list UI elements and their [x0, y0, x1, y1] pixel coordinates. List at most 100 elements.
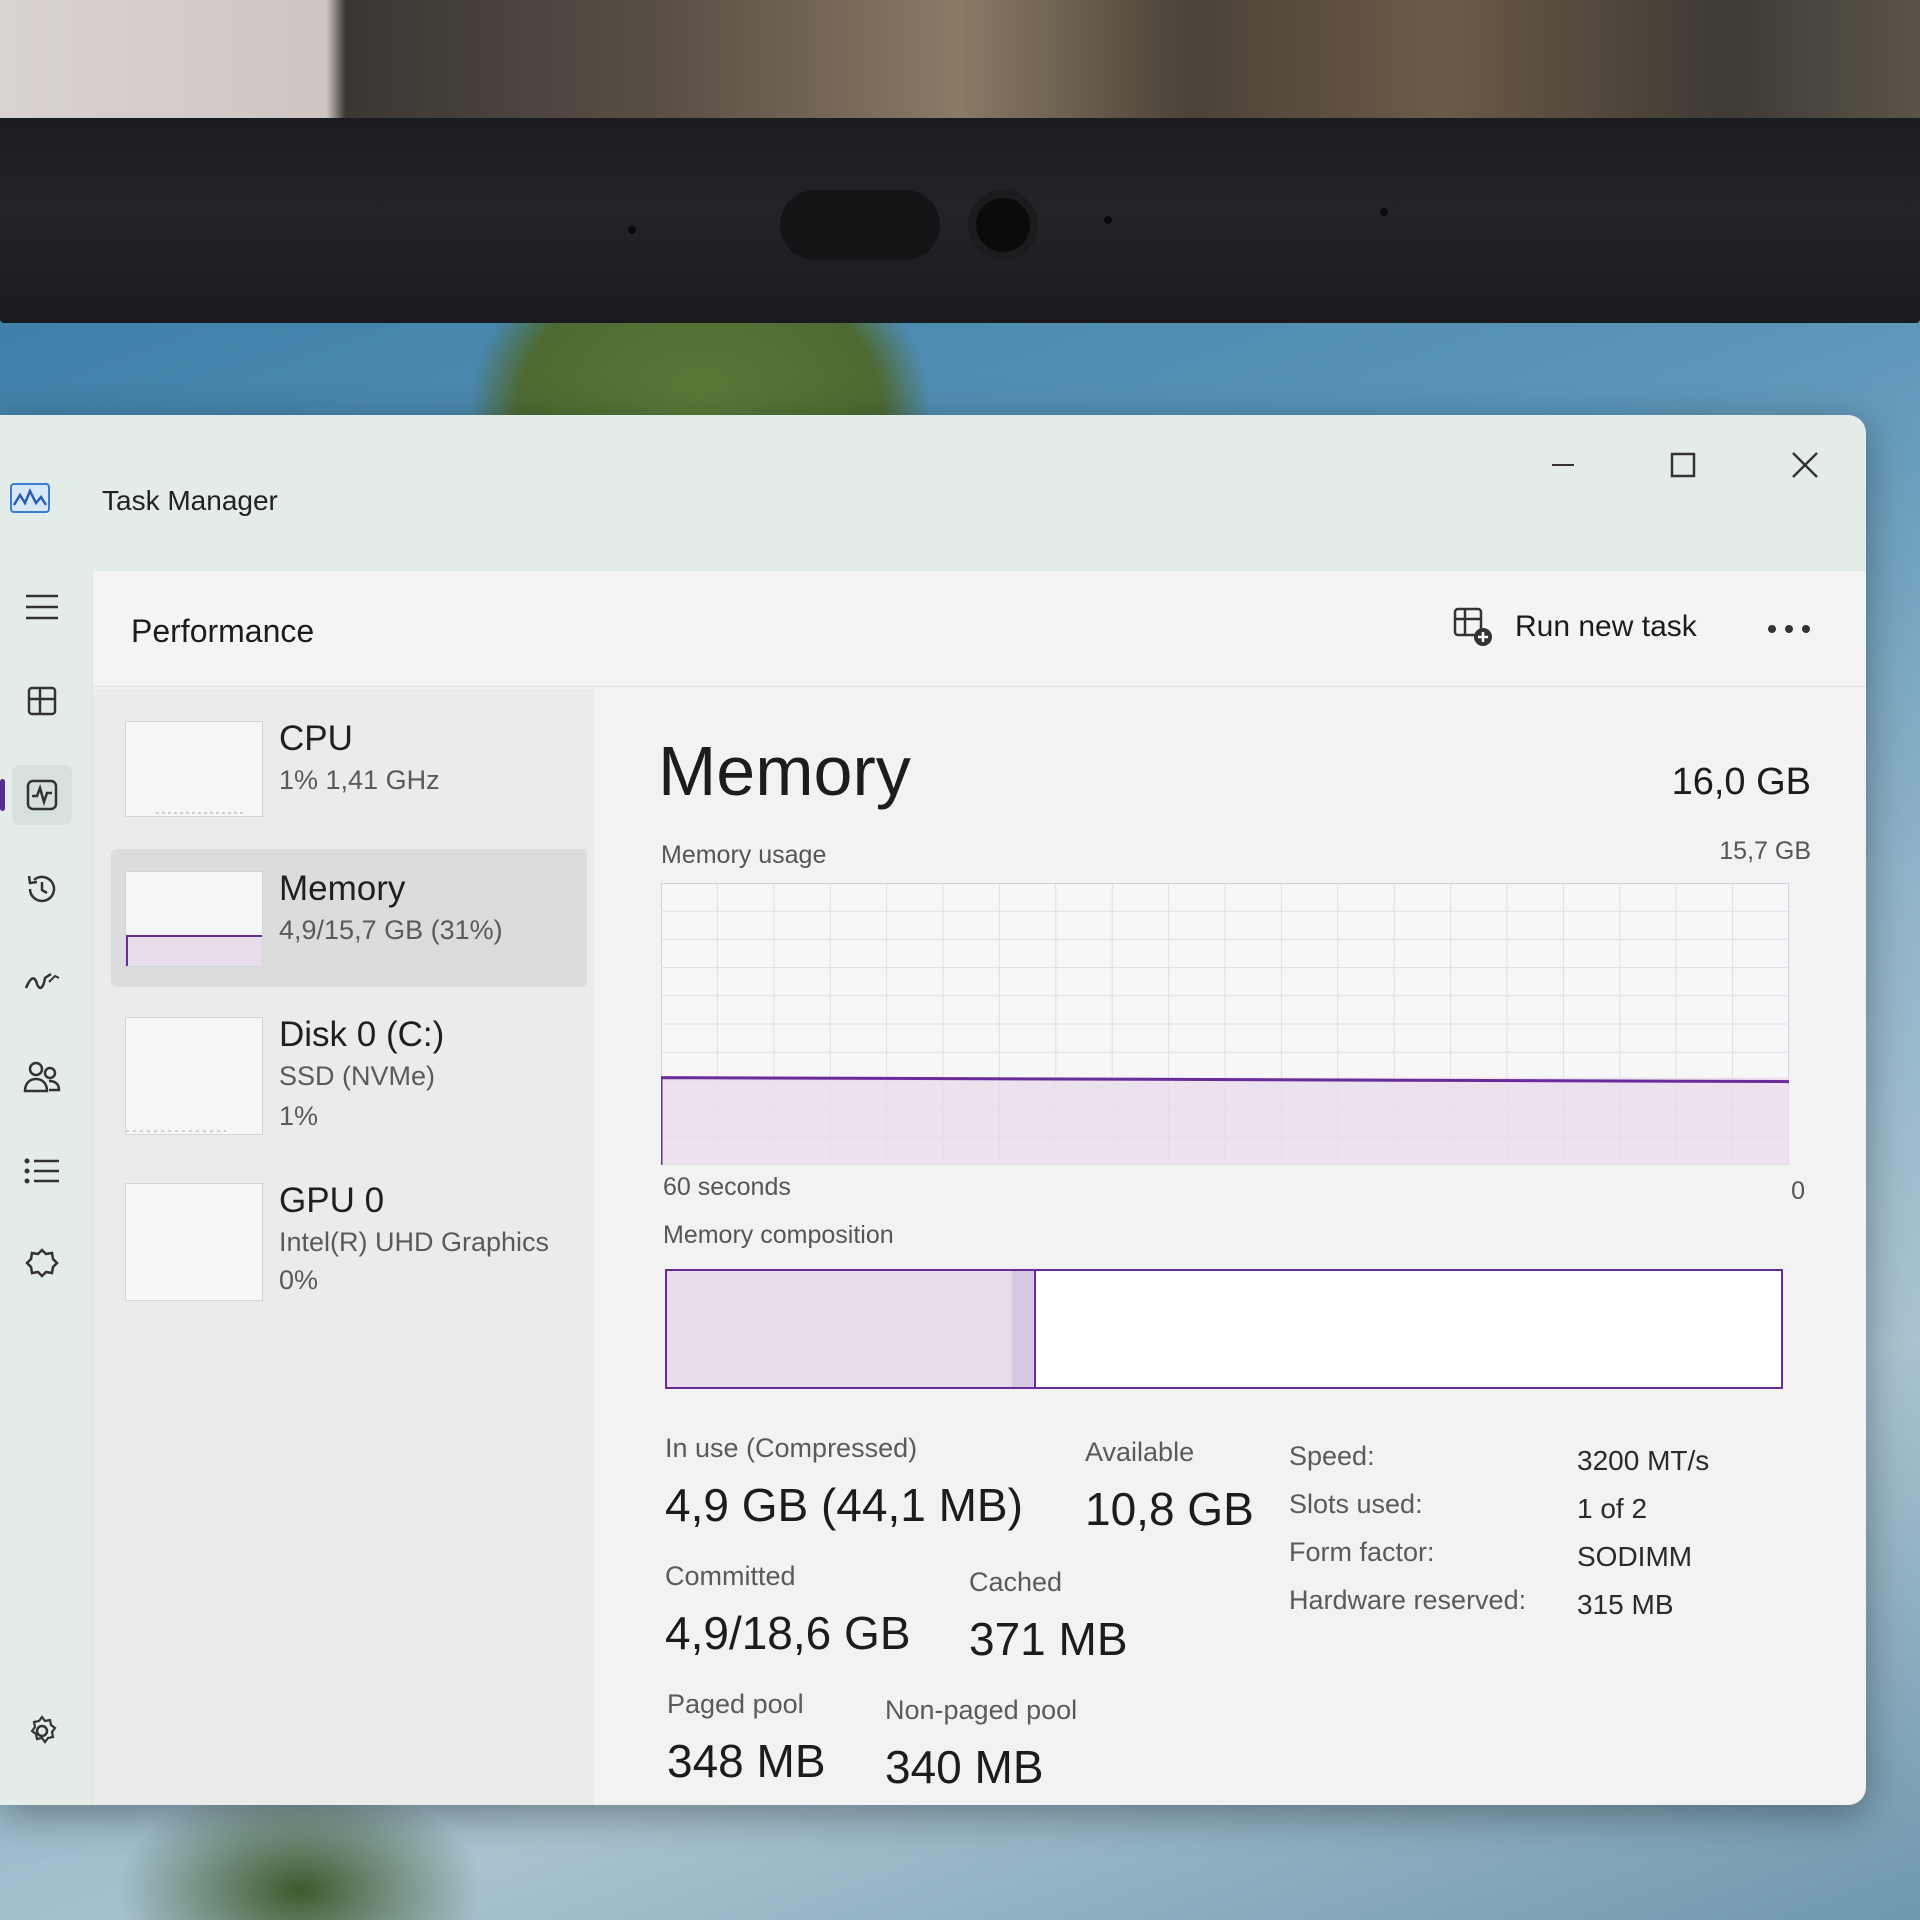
gpu-thumbnail-graph: [125, 1183, 263, 1301]
usage-area: [661, 1077, 1789, 1165]
menu-icon: [26, 594, 58, 620]
memory-usage-label: Memory usage: [661, 841, 827, 869]
nav-services[interactable]: [12, 1235, 72, 1295]
graph-time-span-label: 60 seconds: [663, 1173, 791, 1201]
webcam-privacy-shutter: [780, 190, 940, 260]
stat-value: 340 MB: [885, 1741, 1044, 1793]
memory-usage-max: 15,7 GB: [1719, 837, 1811, 865]
stat-non-paged-pool: Non-paged pool 340 MB: [885, 1695, 1077, 1794]
stat-in-use: In use (Compressed) 4,9 GB (44,1 MB): [665, 1433, 1023, 1532]
stat-paged-pool: Paged pool 348 MB: [667, 1689, 826, 1788]
device-name: GPU 0: [279, 1181, 385, 1220]
task-manager-app-icon: [10, 483, 50, 513]
device-memory[interactable]: Memory 4,9/15,7 GB (31%): [111, 849, 587, 987]
stat-value: 371 MB: [969, 1613, 1128, 1665]
device-list: CPU 1% 1,41 GHz Memory 4,9/15,7 GB (31%)…: [93, 689, 593, 1805]
spec-form-factor-value: SODIMM: [1577, 1541, 1693, 1572]
run-new-task-icon: [1453, 607, 1492, 646]
more-options-icon: [1768, 625, 1810, 633]
memory-thumbnail-graph: [125, 871, 263, 967]
device-cpu[interactable]: CPU 1% 1,41 GHz: [111, 699, 587, 837]
disk-thumbnail-graph: [125, 1017, 263, 1135]
stat-value: 348 MB: [667, 1735, 826, 1787]
device-usage: 0%: [279, 1265, 319, 1295]
nav-users[interactable]: [12, 1047, 72, 1107]
title-bar[interactable]: Task Manager: [0, 415, 1866, 565]
more-options-button[interactable]: [1759, 607, 1819, 651]
close-button[interactable]: [1770, 435, 1840, 495]
stat-label: Paged pool: [667, 1689, 804, 1719]
cpu-thumbnail-graph: [125, 721, 263, 817]
device-name: Disk 0 (C:): [279, 1015, 445, 1054]
device-detail: SSD (NVMe): [279, 1061, 436, 1091]
bezel-sensor: [1380, 208, 1388, 216]
stat-label: Committed: [665, 1561, 796, 1591]
nav-details[interactable]: [12, 1141, 72, 1201]
settings-icon: [30, 1715, 57, 1744]
stat-committed: Committed 4,9/18,6 GB: [665, 1561, 911, 1660]
stat-value: 4,9/18,6 GB: [665, 1607, 911, 1659]
spec-hardware-reserved-key: Hardware reserved:: [1289, 1585, 1527, 1615]
spec-speed-value: 3200 MT/s: [1577, 1445, 1710, 1476]
device-usage: 1%: [279, 1101, 319, 1131]
memory-composition-label: Memory composition: [663, 1221, 894, 1249]
device-name: Memory: [279, 869, 406, 908]
memory-total-capacity: 16,0 GB: [1671, 761, 1811, 803]
nav-settings[interactable]: [12, 1701, 72, 1761]
nav-processes[interactable]: [12, 671, 72, 731]
device-gpu[interactable]: GPU 0 Intel(R) UHD Graphics 0%: [111, 1161, 587, 1301]
laptop-bezel: [0, 118, 1920, 323]
app-history-icon: [27, 875, 56, 903]
device-disk[interactable]: Disk 0 (C:) SSD (NVMe) 1%: [111, 995, 587, 1135]
memory-usage-graph: [661, 883, 1789, 1165]
bezel-sensor: [628, 226, 636, 234]
processes-icon: [27, 686, 57, 716]
stat-value: 10,8 GB: [1085, 1483, 1254, 1535]
stat-label: In use (Compressed): [665, 1433, 918, 1463]
stat-cached: Cached 371 MB: [969, 1567, 1128, 1666]
memory-composition-bar[interactable]: [665, 1269, 1783, 1389]
startup-apps-icon: [24, 972, 60, 990]
device-detail: 4,9/15,7 GB (31%): [279, 915, 503, 945]
spec-slots-key: Slots used:: [1289, 1489, 1423, 1519]
page-title: Performance: [131, 613, 315, 649]
minimize-button[interactable]: [1528, 435, 1598, 495]
close-icon: [1792, 452, 1818, 478]
stat-value: 4,9 GB (44,1 MB): [665, 1479, 1023, 1531]
nav-startup-apps[interactable]: [12, 953, 72, 1013]
maximize-icon: [1670, 452, 1696, 478]
memory-heading: Memory: [658, 732, 911, 810]
performance-icon: [26, 779, 58, 811]
bezel-sensor: [1104, 216, 1112, 224]
spec-form-factor-key: Form factor:: [1289, 1537, 1435, 1567]
window-title: Task Manager: [102, 485, 278, 516]
webcam-lens: [968, 190, 1038, 260]
nav-performance[interactable]: [0, 765, 72, 825]
services-icon: [25, 1248, 59, 1278]
stat-available: Available 10,8 GB: [1085, 1437, 1254, 1536]
maximize-button[interactable]: [1648, 435, 1718, 495]
spec-hardware-reserved-value: 315 MB: [1577, 1589, 1674, 1620]
stat-label: Cached: [969, 1567, 1063, 1597]
run-new-task-button[interactable]: Run new task: [1441, 595, 1709, 659]
details-icon: [24, 1158, 59, 1184]
minimize-icon: [1552, 464, 1574, 466]
graph-axis-end-label: 0: [1791, 1177, 1805, 1205]
spec-speed-key: Speed:: [1289, 1441, 1375, 1471]
nav-app-history[interactable]: [12, 859, 72, 919]
stat-label: Non-paged pool: [885, 1695, 1078, 1725]
device-detail: Intel(R) UHD Graphics: [279, 1227, 550, 1257]
run-new-task-label: Run new task: [1515, 610, 1697, 643]
page-header: Performance Run new task: [93, 571, 1866, 687]
navigation-rail: [0, 565, 92, 1805]
main-content: Performance Run new task CPU 1% 1,41 GHz: [92, 570, 1866, 1805]
device-name: CPU: [279, 719, 353, 758]
composition-in-use-segment[interactable]: [667, 1271, 1013, 1387]
task-manager-window: Task Manager Performance Run new task CP…: [0, 415, 1866, 1805]
stat-label: Available: [1085, 1437, 1195, 1467]
menu-button[interactable]: [12, 577, 72, 637]
device-detail: 1% 1,41 GHz: [279, 765, 440, 795]
users-icon: [23, 1061, 61, 1093]
composition-modified-segment[interactable]: [1012, 1271, 1036, 1387]
spec-slots-value: 1 of 2: [1577, 1493, 1648, 1524]
